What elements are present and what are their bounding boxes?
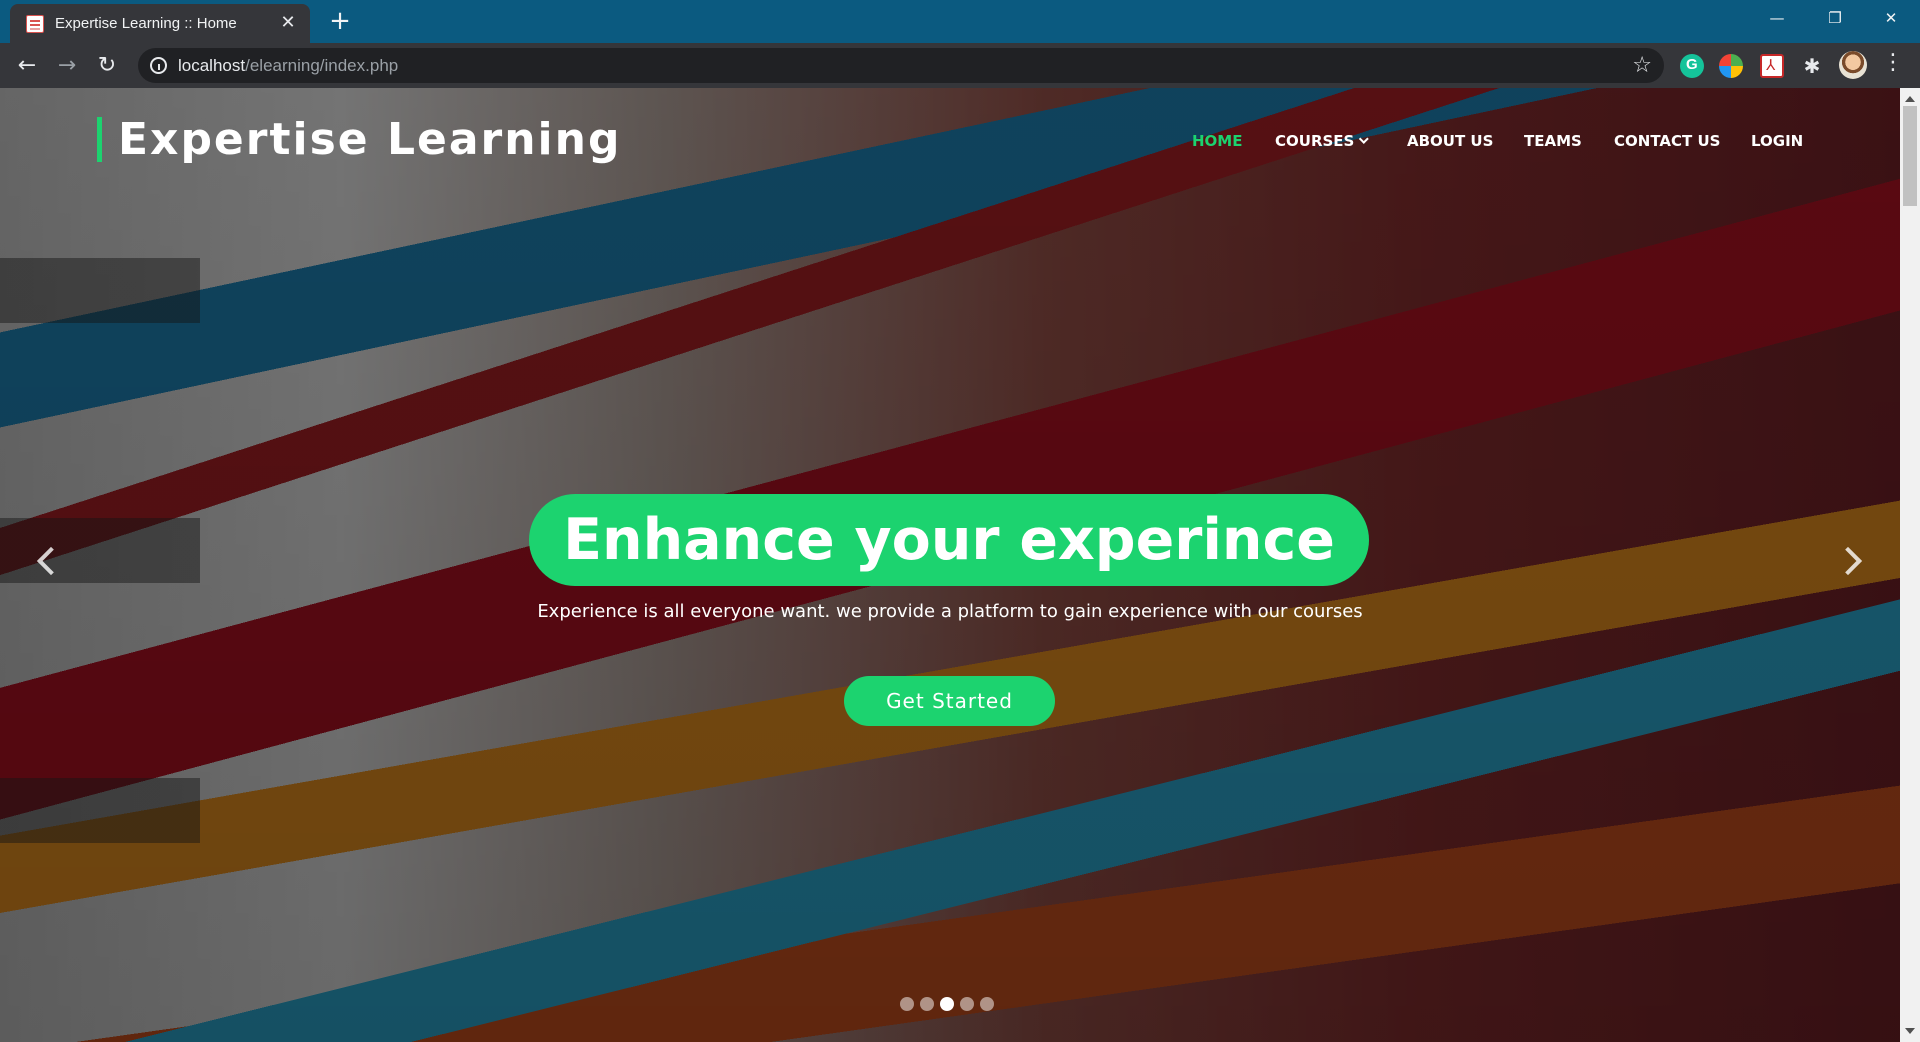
puzzle-icon[interactable]: ✱ — [1800, 54, 1824, 78]
kebab-menu-icon[interactable]: ⋮ — [1882, 50, 1904, 75]
reload-button[interactable]: ↻ — [91, 50, 123, 82]
nav-contact-us[interactable]: CONTACT US — [1614, 131, 1720, 151]
nav-teams[interactable]: TEAMS — [1524, 131, 1582, 151]
chevron-down-icon — [1359, 134, 1370, 144]
scroll-up-icon[interactable] — [1905, 96, 1915, 102]
back-button[interactable]: ← — [11, 50, 43, 82]
minimize-button[interactable]: — — [1748, 0, 1806, 36]
nav-home[interactable]: HOME — [1192, 131, 1242, 151]
new-tab-button[interactable]: + — [326, 8, 354, 36]
site-logo[interactable]: Expertise Learning — [97, 117, 621, 162]
star-icon[interactable]: ☆ — [1632, 53, 1652, 78]
carousel-dot-5[interactable] — [980, 997, 994, 1011]
nav-courses-label: COURSES — [1275, 132, 1355, 150]
pdf-extension-icon[interactable] — [1760, 54, 1784, 78]
scroll-down-icon[interactable] — [1905, 1028, 1915, 1034]
avatar[interactable] — [1839, 51, 1867, 79]
hero-title: Enhance your experince — [529, 494, 1369, 586]
carousel-dot-3[interactable] — [940, 997, 954, 1011]
nav-courses[interactable]: COURSES — [1275, 131, 1370, 151]
browser-tab-active[interactable]: Expertise Learning :: Home ✕ — [10, 4, 310, 43]
page-scrollbar[interactable] — [1900, 88, 1920, 1042]
carousel-dot-1[interactable] — [900, 997, 914, 1011]
url-text[interactable]: localhost/elearning/index.php — [178, 56, 398, 76]
browser-toolbar: ← → ↻ localhost/elearning/index.php ☆ ✱ … — [0, 43, 1920, 88]
carousel-dot-4[interactable] — [960, 997, 974, 1011]
browser-tab-strip: Expertise Learning :: Home ✕ + — ❐ ✕ — [0, 0, 1920, 43]
info-icon[interactable] — [150, 57, 167, 74]
grammarly-icon[interactable] — [1680, 54, 1704, 78]
carousel-next-icon[interactable] — [1833, 546, 1863, 576]
favicon-icon — [26, 15, 44, 33]
tab-close-icon[interactable]: ✕ — [278, 13, 298, 33]
get-started-button[interactable]: Get Started — [844, 676, 1055, 726]
nav-login[interactable]: LOGIN — [1751, 131, 1803, 151]
globe-extension-icon[interactable] — [1719, 54, 1743, 78]
hero-subtitle: Experience is all everyone want. we prov… — [537, 601, 1363, 622]
scroll-thumb[interactable] — [1903, 106, 1917, 206]
address-bar[interactable]: localhost/elearning/index.php ☆ — [138, 48, 1664, 83]
hero-background: Expertise Learning HOME COURSES ABOUT US… — [0, 88, 1900, 1042]
restore-button[interactable]: ❐ — [1806, 0, 1864, 36]
window-close-button[interactable]: ✕ — [1862, 0, 1920, 36]
page-viewport: Expertise Learning HOME COURSES ABOUT US… — [0, 88, 1920, 1042]
forward-button[interactable]: → — [51, 50, 83, 82]
notebook-rings-decoration — [0, 148, 200, 1028]
carousel-dot-2[interactable] — [920, 997, 934, 1011]
tab-title: Expertise Learning :: Home — [55, 15, 237, 32]
nav-about-us[interactable]: ABOUT US — [1407, 131, 1493, 151]
